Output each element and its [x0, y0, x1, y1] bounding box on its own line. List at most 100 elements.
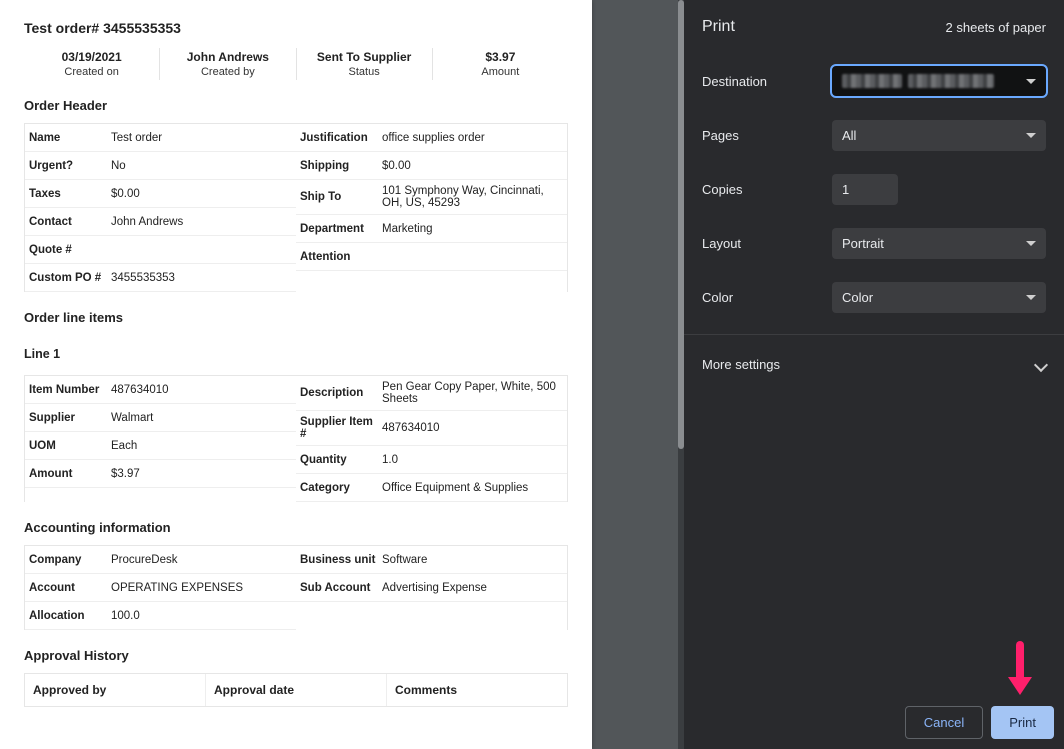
- dialog-title: Print: [702, 18, 735, 36]
- table-row: Sub AccountAdvertising Expense: [296, 574, 567, 602]
- field-value: Marketing: [382, 223, 567, 235]
- pages-value: All: [842, 128, 856, 143]
- field-value: $3.97: [111, 468, 296, 480]
- color-value: Color: [842, 290, 873, 305]
- table-row: Taxes$0.00: [25, 180, 296, 208]
- field-value: 3455535353: [111, 272, 296, 284]
- summary-cell: John Andrews Created by: [160, 48, 296, 80]
- field-value: $0.00: [111, 188, 296, 200]
- row-layout: Layout Portrait: [702, 216, 1046, 270]
- print-preview-viewport: Test order# 3455535353 03/19/2021Created…: [0, 0, 684, 749]
- accounting-table: CompanyProcureDeskAccountOPERATING EXPEN…: [24, 545, 568, 630]
- row-pages: Pages All: [702, 108, 1046, 162]
- accounting-title: Accounting information: [24, 520, 568, 535]
- chevron-down-icon: [1034, 357, 1048, 371]
- dialog-sheet-count: 2 sheets of paper: [946, 20, 1046, 35]
- field-label: Attention: [296, 251, 382, 263]
- summary-cell: 03/19/2021Created on: [24, 48, 160, 80]
- summary-cell: $3.97Amount: [433, 48, 568, 80]
- field-value: Walmart: [111, 412, 296, 424]
- table-row: CategoryOffice Equipment & Supplies: [296, 474, 567, 502]
- field-label: Shipping: [296, 160, 382, 172]
- table-row: Shipping$0.00: [296, 152, 567, 180]
- layout-select[interactable]: Portrait: [832, 228, 1046, 259]
- annotation-arrow-icon: [1008, 641, 1032, 701]
- field-label: Company: [25, 554, 111, 566]
- field-value: 100.0: [111, 610, 296, 622]
- chevron-down-icon: [1026, 79, 1036, 84]
- field-value: Each: [111, 440, 296, 452]
- field-value: 487634010: [382, 422, 567, 434]
- table-row: Custom PO #3455535353: [25, 264, 296, 292]
- table-row: Justificationoffice supplies order: [296, 124, 567, 152]
- more-settings-toggle[interactable]: More settings: [684, 334, 1064, 394]
- document-page-1: Test order# 3455535353 03/19/2021Created…: [0, 0, 592, 749]
- approval-title: Approval History: [24, 648, 568, 663]
- table-row: Quote #: [25, 236, 296, 264]
- title-order-number: 3455535353: [103, 20, 181, 36]
- field-value: $0.00: [382, 160, 567, 172]
- cancel-button[interactable]: Cancel: [905, 706, 983, 739]
- order-header-table: NameTest orderUrgent?NoTaxes$0.00Contact…: [24, 123, 568, 292]
- copies-input[interactable]: [832, 174, 898, 205]
- row-destination: Destination: [702, 54, 1046, 108]
- preview-scroll-area[interactable]: Test order# 3455535353 03/19/2021Created…: [0, 0, 678, 749]
- field-label: Amount: [25, 468, 111, 480]
- field-value: No: [111, 160, 296, 172]
- row-copies: Copies: [702, 162, 1046, 216]
- page-title: Test order# 3455535353: [24, 20, 568, 36]
- summary-label: Created by: [160, 66, 295, 78]
- table-row: CompanyProcureDesk: [25, 546, 296, 574]
- field-label: Name: [25, 132, 111, 144]
- more-settings-label: More settings: [702, 357, 780, 372]
- table-row: Supplier Item #487634010: [296, 411, 567, 446]
- summary-value: $3.97: [433, 50, 568, 64]
- approval-header-cell: Approval date: [206, 674, 387, 706]
- pages-select[interactable]: All: [832, 120, 1046, 151]
- field-label: Category: [296, 482, 382, 494]
- field-label: Quantity: [296, 454, 382, 466]
- table-row: NameTest order: [25, 124, 296, 152]
- table-row: Amount$3.97: [25, 460, 296, 488]
- color-label: Color: [702, 290, 832, 305]
- table-row: Ship To101 Symphony Way, Cincinnati, OH,…: [296, 180, 567, 215]
- field-label: Item Number: [25, 384, 111, 396]
- table-row: Item Number487634010: [25, 376, 296, 404]
- row-color: Color Color: [702, 270, 1046, 324]
- summary-value: 03/19/2021: [24, 50, 159, 64]
- dialog-body: Destination Pages All: [684, 46, 1064, 324]
- dialog-footer: Cancel Print: [684, 696, 1064, 749]
- field-label: Contact: [25, 216, 111, 228]
- field-label: Supplier Item #: [296, 416, 382, 440]
- table-row: AccountOPERATING EXPENSES: [25, 574, 296, 602]
- title-prefix: Test order#: [24, 20, 99, 36]
- field-value: 101 Symphony Way, Cincinnati, OH, US, 45…: [382, 185, 567, 209]
- pages-label: Pages: [702, 128, 832, 143]
- order-header-title: Order Header: [24, 98, 568, 113]
- field-label: Quote #: [25, 244, 111, 256]
- destination-redacted-text: [908, 74, 994, 88]
- print-dialog: Print 2 sheets of paper Destination Page…: [684, 0, 1064, 749]
- table-row: DepartmentMarketing: [296, 215, 567, 243]
- table-row: DescriptionPen Gear Copy Paper, White, 5…: [296, 376, 567, 411]
- field-label: Business unit: [296, 554, 382, 566]
- field-value: 1.0: [382, 454, 567, 466]
- print-button[interactable]: Print: [991, 706, 1054, 739]
- destination-redacted-icon: [842, 74, 902, 88]
- field-label: Sub Account: [296, 582, 382, 594]
- color-select[interactable]: Color: [832, 282, 1046, 313]
- table-row: Allocation100.0: [25, 602, 296, 630]
- line-1-table: Item Number487634010SupplierWalmartUOMEa…: [24, 375, 568, 502]
- destination-select[interactable]: [832, 66, 1046, 96]
- field-label: Description: [296, 387, 382, 399]
- copies-label: Copies: [702, 182, 832, 197]
- field-label: Justification: [296, 132, 382, 144]
- field-label: Taxes: [25, 188, 111, 200]
- approval-header-cell: Approved by: [25, 674, 206, 706]
- summary-value: Sent To Supplier: [297, 50, 432, 64]
- field-label: Supplier: [25, 412, 111, 424]
- field-value: Office Equipment & Supplies: [382, 482, 567, 494]
- field-label: Account: [25, 582, 111, 594]
- summary-value: John Andrews: [160, 50, 295, 64]
- chevron-down-icon: [1026, 241, 1036, 246]
